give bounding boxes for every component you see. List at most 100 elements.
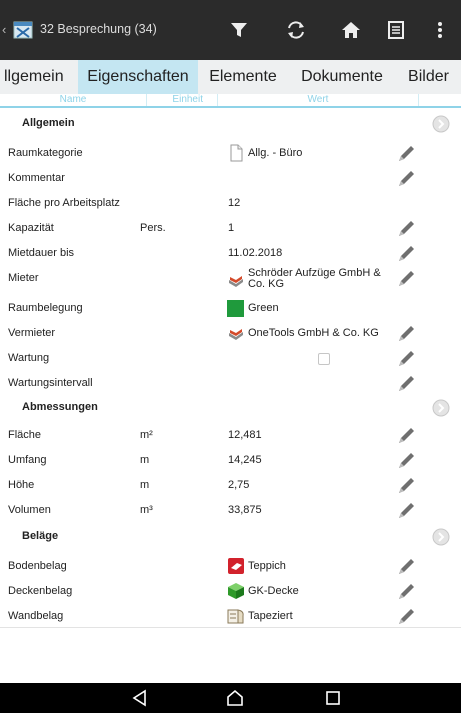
property-row-volumen[interactable]: Volumen m³ 33,875 <box>0 499 461 524</box>
property-unit: Pers. <box>140 222 166 234</box>
property-row-deckenbelag[interactable]: Deckenbelag GK-Decke <box>0 580 461 605</box>
home-button[interactable] <box>336 15 366 45</box>
recents-icon[interactable] <box>323 688 343 708</box>
collapse-icon[interactable] <box>432 115 450 133</box>
more-button[interactable] <box>425 15 455 45</box>
property-row-mieter[interactable]: Mieter Schröder Aufzüge GmbH & Co. KG <box>0 267 461 297</box>
tab-elemente[interactable]: Elemente <box>198 60 288 94</box>
collapse-icon[interactable] <box>432 528 450 546</box>
carpet-icon <box>228 558 244 574</box>
property-value: 1 <box>228 222 235 234</box>
color-swatch <box>227 300 244 317</box>
property-label: Vermieter <box>8 327 56 339</box>
property-label: Wartungsintervall <box>8 377 93 389</box>
property-row-umfang[interactable]: Umfang m 14,245 <box>0 449 461 474</box>
edit-pencil-icon[interactable] <box>396 169 416 189</box>
property-unit: m <box>140 454 150 466</box>
edit-pencil-icon[interactable] <box>396 244 416 264</box>
system-nav-bar <box>0 683 461 713</box>
column-unit[interactable]: Einheit <box>147 94 217 106</box>
property-unit: m² <box>140 429 153 441</box>
filter-button[interactable] <box>224 15 254 45</box>
property-label: Kapazität <box>8 222 54 234</box>
ceiling-cube-icon <box>228 583 244 599</box>
column-divider <box>418 94 419 106</box>
property-label: Mietdauer bis <box>8 247 75 259</box>
edit-pencil-icon[interactable] <box>396 451 416 471</box>
group-header-allgemein[interactable]: Allgemein <box>0 112 461 137</box>
property-label: Volumen <box>8 504 51 516</box>
filter-icon <box>231 23 247 37</box>
list-button[interactable] <box>381 15 411 45</box>
column-name[interactable]: Name <box>0 94 146 106</box>
property-label: Wandbelag <box>8 610 64 622</box>
property-value: 14,245 <box>228 454 262 466</box>
property-value: 2,75 <box>228 479 250 491</box>
group-title: Abmessungen <box>22 401 98 413</box>
home-nav-icon[interactable] <box>225 688 245 708</box>
property-value: OneTools GmbH & Co. KG <box>248 327 379 339</box>
more-vert-icon <box>438 22 442 38</box>
property-label: Mieter <box>8 272 39 284</box>
property-label: Kommentar <box>8 172 65 184</box>
property-label: Deckenbelag <box>8 585 73 597</box>
property-label: Fläche pro Arbeitsplatz <box>8 197 120 209</box>
tab-dokumente[interactable]: Dokumente <box>288 60 396 94</box>
property-value: 12 <box>228 197 241 209</box>
property-row-kapazitaet[interactable]: Kapazität Pers. 1 <box>0 217 461 242</box>
tab-eigenschaften[interactable]: Eigenschaften <box>78 60 198 94</box>
group-header-abmessungen[interactable]: Abmessungen <box>0 396 461 421</box>
group-header-belaege[interactable]: Beläge <box>0 525 461 550</box>
list-icon <box>388 21 404 39</box>
edit-pencil-icon[interactable] <box>396 476 416 496</box>
property-row-raumkategorie[interactable]: Raumkategorie Allg. - Büro <box>0 142 461 167</box>
property-value: 12,481 <box>228 429 262 441</box>
edit-pencil-icon[interactable] <box>396 144 416 164</box>
property-value: Green <box>248 302 279 314</box>
property-row-flaeche-pro-arbeitsplatz: Fläche pro Arbeitsplatz 12 <box>0 192 461 217</box>
edit-pencil-icon[interactable] <box>396 374 416 394</box>
property-row-mietdauer[interactable]: Mietdauer bis 11.02.2018 <box>0 242 461 267</box>
property-value: GK-Decke <box>248 585 299 597</box>
tab-allgemein[interactable]: llgemein <box>0 60 78 94</box>
collapse-icon[interactable] <box>432 399 450 417</box>
edit-pencil-icon[interactable] <box>396 324 416 344</box>
property-row-kommentar[interactable]: Kommentar <box>0 167 461 192</box>
edit-pencil-icon[interactable] <box>396 607 416 627</box>
edit-pencil-icon[interactable] <box>396 426 416 446</box>
property-label: Bodenbelag <box>8 560 67 572</box>
edit-pencil-icon[interactable] <box>396 349 416 369</box>
tab-bar: llgemein Eigenschaften Elemente Dokument… <box>0 60 461 94</box>
edit-pencil-icon[interactable] <box>396 219 416 239</box>
property-row-raumbelegung[interactable]: Raumbelegung Green <box>0 297 461 322</box>
property-value: 33,875 <box>228 504 262 516</box>
edit-pencil-icon[interactable] <box>396 557 416 577</box>
edit-pencil-icon[interactable] <box>396 501 416 521</box>
property-row-vermieter[interactable]: Vermieter OneTools GmbH & Co. KG <box>0 322 461 347</box>
property-label: Höhe <box>8 479 35 491</box>
room-app-icon[interactable] <box>12 20 34 40</box>
property-value: Tapeziert <box>248 610 293 622</box>
column-header: Name Einheit Wert <box>0 94 461 108</box>
property-row-wartungsintervall[interactable]: Wartungsintervall <box>0 372 461 397</box>
wartung-checkbox[interactable] <box>318 353 330 365</box>
property-row-flaeche[interactable]: Fläche m² 12,481 <box>0 424 461 449</box>
property-value: Teppich <box>248 560 286 572</box>
property-value: Allg. - Büro <box>248 147 303 159</box>
property-row-hoehe[interactable]: Höhe m 2,75 <box>0 474 461 499</box>
column-value[interactable]: Wert <box>218 94 418 106</box>
property-row-wartung[interactable]: Wartung <box>0 347 461 372</box>
back-icon[interactable] <box>130 688 150 708</box>
group-title: Beläge <box>22 530 59 542</box>
app-toolbar: ‹ 32 Besprechung (34) <box>0 0 461 60</box>
property-row-bodenbelag[interactable]: Bodenbelag Teppich <box>0 555 461 580</box>
list-end-divider <box>0 627 461 628</box>
back-chevron[interactable]: ‹ <box>2 22 6 37</box>
tab-bilder[interactable]: Bilder <box>396 60 461 94</box>
sync-button[interactable] <box>281 15 311 45</box>
edit-pencil-icon[interactable] <box>396 269 416 289</box>
bricks-icon <box>229 329 243 340</box>
edit-pencil-icon[interactable] <box>396 582 416 602</box>
property-label: Raumkategorie <box>8 147 83 159</box>
property-label: Fläche <box>8 429 42 441</box>
